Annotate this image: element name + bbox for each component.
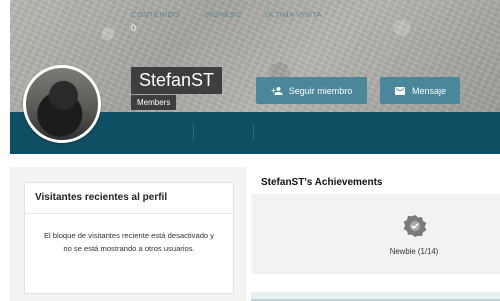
stat-content: CONTENIDO 0 [131,10,180,33]
envelope-icon [394,85,406,97]
stats-separator [253,124,254,140]
recent-visitors-card: Visitantes recientes al perfil El bloque… [24,182,234,294]
profile-username: StefanST [131,67,223,94]
avatar[interactable] [23,65,101,143]
profile-role-badge: Members [131,95,177,110]
follow-member-button[interactable]: Seguir miembro [256,77,367,104]
achievements-title: StefanST's Achievements [261,177,383,188]
achievements-panel [251,194,500,274]
add-user-icon [271,85,283,97]
stat-content-label: CONTENIDO [131,10,180,19]
stat-last-visit-label: ÚLTIMA VISITA [265,10,323,19]
stat-joined-label: INGRESO [204,10,242,19]
recent-visitors-disabled-text: El bloque de visitantes reciente está de… [43,231,215,253]
message-label: Mensaje [411,85,447,96]
follow-member-label: Seguir miembro [288,85,353,96]
stat-last-visit: ÚLTIMA VISITA [265,10,322,19]
bottom-section-edge [251,292,500,301]
message-button[interactable]: Mensaje [380,77,460,104]
stats-separator [193,124,194,140]
recent-visitors-section: Visitantes recientes al perfil El bloque… [10,167,246,301]
achievement-badge-label: Newbie (1/14) [389,247,439,256]
stat-content-value: 0 [131,23,137,33]
recent-visitors-title: Visitantes recientes al perfil [25,183,233,214]
newbie-badge-icon[interactable] [403,214,427,238]
stat-joined: INGRESO [204,10,241,19]
